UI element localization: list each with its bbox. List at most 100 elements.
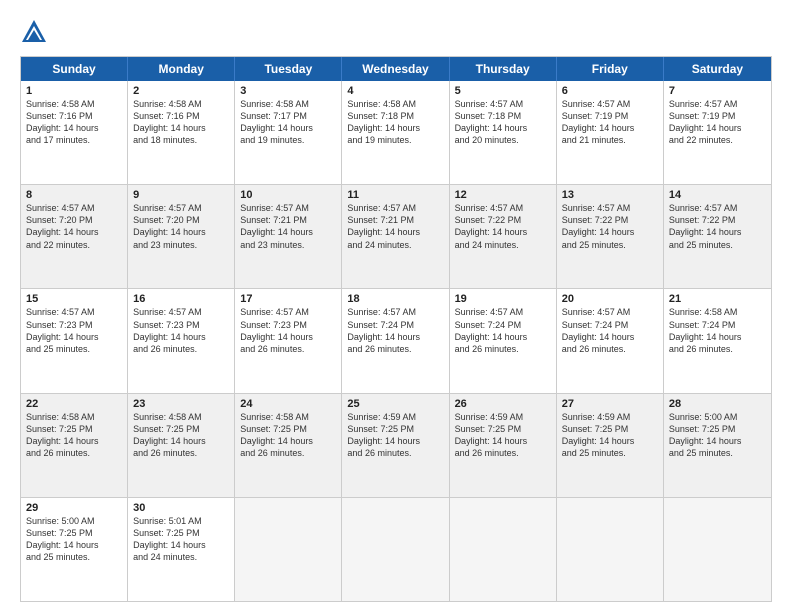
calendar-row-2: 8Sunrise: 4:57 AMSunset: 7:20 PMDaylight… [21, 184, 771, 288]
calendar-day-4: 4Sunrise: 4:58 AMSunset: 7:18 PMDaylight… [342, 81, 449, 184]
calendar-day-11: 11Sunrise: 4:57 AMSunset: 7:21 PMDayligh… [342, 185, 449, 288]
day-info: Sunrise: 4:58 AMSunset: 7:17 PMDaylight:… [240, 98, 336, 147]
day-info: Sunrise: 4:59 AMSunset: 7:25 PMDaylight:… [562, 411, 658, 460]
calendar-day-29: 29Sunrise: 5:00 AMSunset: 7:25 PMDayligh… [21, 498, 128, 601]
day-number: 24 [240, 398, 336, 410]
day-number: 6 [562, 85, 658, 97]
calendar-day-5: 5Sunrise: 4:57 AMSunset: 7:18 PMDaylight… [450, 81, 557, 184]
weekday-header-thursday: Thursday [450, 57, 557, 81]
day-number: 30 [133, 502, 229, 514]
day-info: Sunrise: 4:57 AMSunset: 7:22 PMDaylight:… [455, 202, 551, 251]
calendar-row-4: 22Sunrise: 4:58 AMSunset: 7:25 PMDayligh… [21, 393, 771, 497]
day-number: 10 [240, 189, 336, 201]
calendar-day-19: 19Sunrise: 4:57 AMSunset: 7:24 PMDayligh… [450, 289, 557, 392]
calendar-empty-cell [342, 498, 449, 601]
day-info: Sunrise: 5:00 AMSunset: 7:25 PMDaylight:… [26, 515, 122, 564]
day-info: Sunrise: 4:57 AMSunset: 7:18 PMDaylight:… [455, 98, 551, 147]
calendar: SundayMondayTuesdayWednesdayThursdayFrid… [20, 56, 772, 602]
day-number: 29 [26, 502, 122, 514]
calendar-row-1: 1 Sunrise: 4:58 AMSunset: 7:16 PMDaylight… [21, 81, 771, 184]
calendar-day-15: 15Sunrise: 4:57 AMSunset: 7:23 PMDayligh… [21, 289, 128, 392]
day-number: 2 [133, 85, 229, 97]
calendar-day-25: 25Sunrise: 4:59 AMSunset: 7:25 PMDayligh… [342, 394, 449, 497]
day-number: 8 [26, 189, 122, 201]
day-info: Sunrise: 4:58 AMSunset: 7:25 PMDaylight:… [133, 411, 229, 460]
day-number: 11 [347, 189, 443, 201]
calendar-day-8: 8Sunrise: 4:57 AMSunset: 7:20 PMDaylight… [21, 185, 128, 288]
weekday-header-wednesday: Wednesday [342, 57, 449, 81]
calendar-day-6: 6Sunrise: 4:57 AMSunset: 7:19 PMDaylight… [557, 81, 664, 184]
logo [20, 18, 52, 46]
day-info: Sunrise: 4:57 AMSunset: 7:24 PMDaylight:… [455, 306, 551, 355]
calendar-day-28: 28Sunrise: 5:00 AMSunset: 7:25 PMDayligh… [664, 394, 771, 497]
calendar-day-27: 27Sunrise: 4:59 AMSunset: 7:25 PMDayligh… [557, 394, 664, 497]
day-number: 27 [562, 398, 658, 410]
weekday-header-monday: Monday [128, 57, 235, 81]
calendar-day-21: 21Sunrise: 4:58 AMSunset: 7:24 PMDayligh… [664, 289, 771, 392]
day-info: Sunrise: 5:00 AMSunset: 7:25 PMDaylight:… [669, 411, 766, 460]
day-number: 3 [240, 85, 336, 97]
calendar-day-3: 3Sunrise: 4:58 AMSunset: 7:17 PMDaylight… [235, 81, 342, 184]
day-number: 26 [455, 398, 551, 410]
day-info: Sunrise: 4:59 AMSunset: 7:25 PMDaylight:… [347, 411, 443, 460]
calendar-header: SundayMondayTuesdayWednesdayThursdayFrid… [21, 57, 771, 81]
day-info: Sunrise: 4:57 AMSunset: 7:21 PMDaylight:… [240, 202, 336, 251]
calendar-body: 1 Sunrise: 4:58 AMSunset: 7:16 PMDaylight… [21, 81, 771, 601]
calendar-day-30: 30Sunrise: 5:01 AMSunset: 7:25 PMDayligh… [128, 498, 235, 601]
day-number: 9 [133, 189, 229, 201]
day-number: 15 [26, 293, 122, 305]
calendar-day-7: 7Sunrise: 4:57 AMSunset: 7:19 PMDaylight… [664, 81, 771, 184]
day-info: Sunrise: 4:57 AMSunset: 7:24 PMDaylight:… [347, 306, 443, 355]
day-info: Sunrise: 4:57 AMSunset: 7:20 PMDaylight:… [26, 202, 122, 251]
day-number: 25 [347, 398, 443, 410]
day-info: Sunrise: 4:58 AMSunset: 7:16 PMDaylight:… [133, 98, 229, 147]
calendar-day-2: 2Sunrise: 4:58 AMSunset: 7:16 PMDaylight… [128, 81, 235, 184]
calendar-day-24: 24Sunrise: 4:58 AMSunset: 7:25 PMDayligh… [235, 394, 342, 497]
day-info: Sunrise: 4:58 AMSunset: 7:25 PMDaylight:… [26, 411, 122, 460]
day-info: Sunrise: 4:58 AMSunset: 7:25 PMDaylight:… [240, 411, 336, 460]
day-number: 5 [455, 85, 551, 97]
calendar-empty-cell [235, 498, 342, 601]
calendar-day-1: 1Sunrise: 4:58 AMSunset: 7:16 PMDaylight… [21, 81, 128, 184]
calendar-day-14: 14Sunrise: 4:57 AMSunset: 7:22 PMDayligh… [664, 185, 771, 288]
day-info: Sunrise: 4:57 AMSunset: 7:21 PMDaylight:… [347, 202, 443, 251]
day-number: 14 [669, 189, 766, 201]
day-number: 1 [26, 85, 122, 97]
day-number: 7 [669, 85, 766, 97]
calendar-day-17: 17Sunrise: 4:57 AMSunset: 7:23 PMDayligh… [235, 289, 342, 392]
day-info: Sunrise: 4:58 AMSunset: 7:18 PMDaylight:… [347, 98, 443, 147]
logo-icon [20, 18, 48, 46]
calendar-empty-cell [557, 498, 664, 601]
calendar-day-23: 23Sunrise: 4:58 AMSunset: 7:25 PMDayligh… [128, 394, 235, 497]
weekday-header-sunday: Sunday [21, 57, 128, 81]
day-info: Sunrise: 4:57 AMSunset: 7:23 PMDaylight:… [26, 306, 122, 355]
day-info: Sunrise: 4:57 AMSunset: 7:24 PMDaylight:… [562, 306, 658, 355]
day-info: Sunrise: 4:58 AMSunset: 7:24 PMDaylight:… [669, 306, 766, 355]
calendar-day-10: 10Sunrise: 4:57 AMSunset: 7:21 PMDayligh… [235, 185, 342, 288]
day-number: 12 [455, 189, 551, 201]
calendar-row-3: 15Sunrise: 4:57 AMSunset: 7:23 PMDayligh… [21, 288, 771, 392]
day-info: Sunrise: 4:57 AMSunset: 7:22 PMDaylight:… [669, 202, 766, 251]
day-number: 28 [669, 398, 766, 410]
calendar-day-18: 18Sunrise: 4:57 AMSunset: 7:24 PMDayligh… [342, 289, 449, 392]
day-number: 20 [562, 293, 658, 305]
day-number: 18 [347, 293, 443, 305]
weekday-header-tuesday: Tuesday [235, 57, 342, 81]
day-number: 19 [455, 293, 551, 305]
calendar-empty-cell [450, 498, 557, 601]
calendar-empty-cell [664, 498, 771, 601]
calendar-day-22: 22Sunrise: 4:58 AMSunset: 7:25 PMDayligh… [21, 394, 128, 497]
day-number: 17 [240, 293, 336, 305]
header [20, 18, 772, 46]
day-info: Sunrise: 5:01 AMSunset: 7:25 PMDaylight:… [133, 515, 229, 564]
day-info: Sunrise: 4:59 AMSunset: 7:25 PMDaylight:… [455, 411, 551, 460]
calendar-day-16: 16Sunrise: 4:57 AMSunset: 7:23 PMDayligh… [128, 289, 235, 392]
day-number: 16 [133, 293, 229, 305]
day-info: Sunrise: 4:57 AMSunset: 7:20 PMDaylight:… [133, 202, 229, 251]
page: SundayMondayTuesdayWednesdayThursdayFrid… [0, 0, 792, 612]
day-info: Sunrise: 4:57 AMSunset: 7:23 PMDaylight:… [133, 306, 229, 355]
weekday-header-friday: Friday [557, 57, 664, 81]
day-number: 23 [133, 398, 229, 410]
day-number: 13 [562, 189, 658, 201]
day-info: Sunrise: 4:57 AMSunset: 7:23 PMDaylight:… [240, 306, 336, 355]
